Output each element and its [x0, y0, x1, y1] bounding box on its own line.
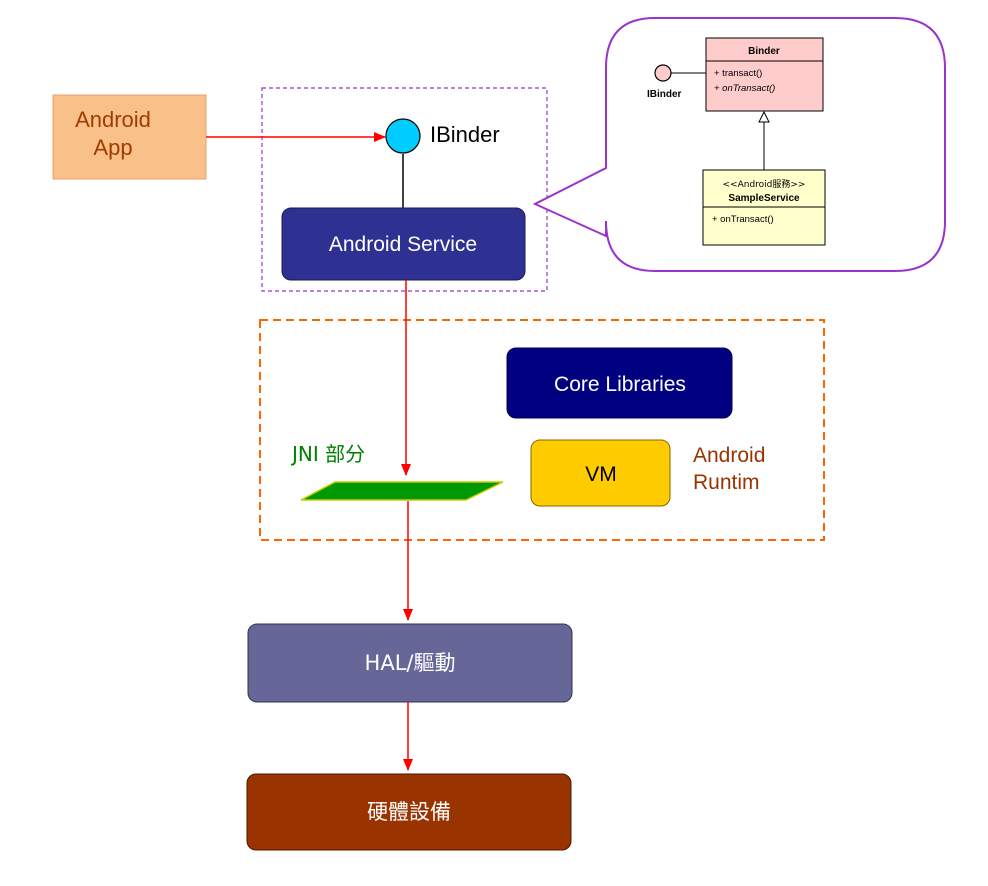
ibinder-label: IBinder: [430, 122, 500, 147]
uml-binder-class-name: Binder: [748, 46, 780, 57]
hardware-label: 硬體設備: [367, 800, 451, 824]
jni-layer-shape: [300, 481, 504, 501]
ibinder-icon: [385, 118, 421, 154]
uml-interface-icon: [654, 64, 672, 82]
vm-label: VM: [585, 463, 617, 486]
hal-label: HAL/驅動: [365, 651, 456, 675]
uml-sampleservice-method-1: + onTransact(): [712, 214, 774, 225]
jni-label: JNI 部分: [290, 442, 365, 466]
architecture-diagram: Android App IBinder Android Service Core…: [52, 17, 946, 851]
android-runtime-label-line1: Android: [693, 444, 765, 467]
android-runtime-label-line2: Runtim: [693, 471, 760, 494]
android-app-label-line2: App: [93, 135, 132, 160]
android-app-label-line1: Android: [75, 107, 151, 132]
uml-binder-method-1: + transact(): [714, 68, 762, 79]
uml-binder-method-2: + onTransact(): [714, 83, 775, 94]
core-libraries-label: Core Libraries: [554, 373, 686, 396]
uml-sampleservice-stereotype: <<Android服務>>: [723, 178, 806, 190]
android-service-label: Android Service: [329, 233, 477, 256]
uml-interface-label: IBinder: [647, 89, 682, 100]
uml-sampleservice-class-name: SampleService: [728, 193, 800, 204]
